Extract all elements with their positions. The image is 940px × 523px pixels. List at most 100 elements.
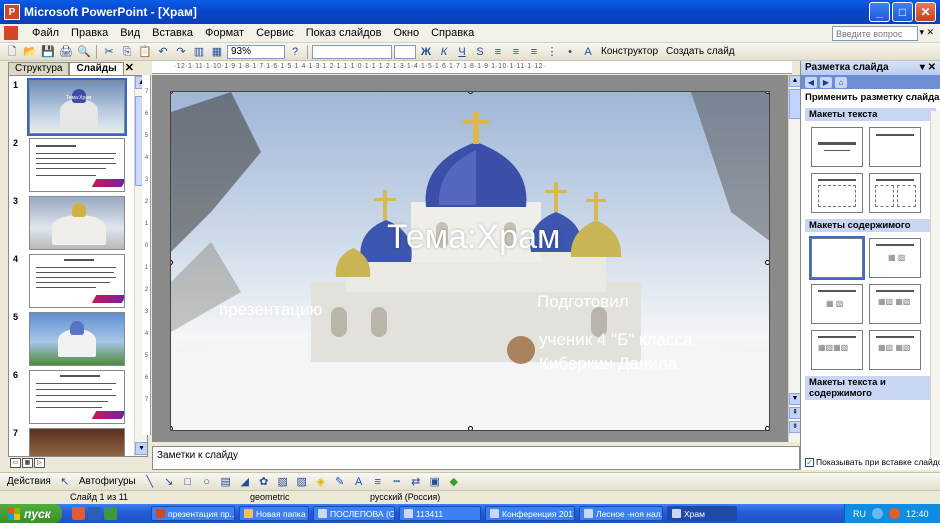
selection-handle[interactable] <box>765 426 769 430</box>
preview-icon[interactable]: 🔍 <box>76 45 92 59</box>
home-icon[interactable]: ⌂ <box>835 76 847 88</box>
ask-question-input[interactable] <box>832 26 918 41</box>
menu-insert[interactable]: Вставка <box>146 27 199 39</box>
taskbar-item-doc3[interactable]: Лесное -ноя нал... <box>579 506 663 521</box>
textbox-icon[interactable]: ▤ <box>218 475 234 489</box>
menu-help[interactable]: Справка <box>425 27 480 39</box>
slide-thumbnail[interactable] <box>29 370 125 424</box>
shadow-icon[interactable]: S <box>472 45 488 59</box>
checkbox-checked-icon[interactable]: ✓ <box>805 457 814 467</box>
selection-handle[interactable] <box>765 260 769 265</box>
taskbar-item-doc1[interactable]: 113411 <box>399 506 481 521</box>
menu-slideshow[interactable]: Показ слайдов <box>300 27 388 39</box>
menu-view[interactable]: Вид <box>114 27 146 39</box>
slide-thumbnail[interactable] <box>29 428 125 456</box>
layout-title-two-content[interactable]: ▦▧▦▧ <box>811 330 863 370</box>
selection-handle[interactable] <box>171 426 173 430</box>
bold-icon[interactable]: Ж <box>418 45 434 59</box>
tab-slides[interactable]: Слайды <box>69 62 124 75</box>
horizontal-ruler[interactable]: ·12·1·11·1·10·1·9·1·8·1·7·1·6·1·5·1·4·1·… <box>152 61 792 74</box>
close-button[interactable]: ✕ <box>915 2 936 22</box>
scroll-down-icon[interactable]: ▼ <box>135 442 147 455</box>
layout-title-content[interactable]: ▦ ▧ <box>811 284 863 324</box>
table-icon[interactable]: ▦ <box>209 45 225 59</box>
slide-thumbnail-row[interactable]: 4 <box>9 254 129 312</box>
create-slide-button[interactable]: Создать слайд <box>663 46 738 57</box>
sorter-view-icon[interactable]: ▦ <box>22 458 33 468</box>
font-color-icon[interactable]: A <box>580 45 596 59</box>
select-pointer-icon[interactable]: ↖ <box>57 475 73 489</box>
help-icon[interactable]: ? <box>287 45 303 59</box>
slide-text-prepared[interactable]: Подготовил <box>537 292 629 312</box>
document-icon[interactable] <box>4 26 18 40</box>
taskbar-item-active[interactable]: Храм <box>667 506 737 521</box>
forward-icon[interactable]: ▶ <box>820 76 832 88</box>
maximize-button[interactable]: □ <box>892 2 913 22</box>
antivirus-icon[interactable] <box>889 508 900 519</box>
taskbar-item-doc2[interactable]: Конференция 2017 <box>485 506 575 521</box>
menu-window[interactable]: Окно <box>388 27 426 39</box>
taskbar-item-drive[interactable]: ПОСЛЕПОВА (G:) <box>313 506 395 521</box>
dash-style-icon[interactable]: ┅ <box>389 475 405 489</box>
font-size-select[interactable] <box>394 44 416 59</box>
picture-icon[interactable]: ▨ <box>294 475 310 489</box>
word-icon[interactable] <box>88 507 101 520</box>
slide-text-author[interactable]: Киберкин Данила <box>539 354 677 374</box>
slide-thumbnail-row[interactable]: 7 <box>9 428 129 456</box>
slide-thumbnail[interactable] <box>29 254 125 308</box>
close-icon[interactable]: ▾ ✕ <box>920 61 936 75</box>
notes-pane[interactable]: Заметки к слайду <box>152 446 800 470</box>
slide-text-class[interactable]: ученик 4 "Б" класса <box>539 330 692 350</box>
shadow-style-icon[interactable]: ▣ <box>427 475 443 489</box>
arrow-style-icon[interactable]: ⇄ <box>408 475 424 489</box>
align-right-icon[interactable]: ≡ <box>526 45 542 59</box>
layout-two-columns[interactable] <box>869 173 921 213</box>
selection-handle[interactable] <box>765 92 769 94</box>
task-pane-scrollbar[interactable] <box>930 111 940 457</box>
menu-tools[interactable]: Сервис <box>250 27 300 39</box>
bullets-icon[interactable]: • <box>562 45 578 59</box>
taskbar-item-folder[interactable]: Новая папка <box>239 506 309 521</box>
oval-icon[interactable]: ○ <box>199 475 215 489</box>
desktop-icon[interactable] <box>104 507 117 520</box>
menu-file[interactable]: Файл <box>26 27 65 39</box>
undo-icon[interactable]: ↶ <box>155 45 171 59</box>
slide-thumbnail-row[interactable]: 1 Тема:Храм <box>9 78 129 138</box>
arrow-icon[interactable]: ↘ <box>161 475 177 489</box>
start-button[interactable]: пуск <box>0 504 62 523</box>
cut-icon[interactable]: ✂ <box>101 45 117 59</box>
opera-icon[interactable] <box>72 507 85 520</box>
font-color-icon[interactable]: A <box>351 475 367 489</box>
close-icon[interactable]: ✕ <box>125 61 134 74</box>
selection-handle[interactable] <box>468 426 473 430</box>
show-on-insert-option[interactable]: ✓ Показывать при вставке слайдов <box>805 457 940 467</box>
fill-color-icon[interactable]: ◈ <box>313 475 329 489</box>
slide-text-left[interactable]: презентацию <box>219 300 322 320</box>
autoshapes-menu[interactable]: Автофигуры <box>76 476 139 487</box>
line-style-icon[interactable]: ≡ <box>370 475 386 489</box>
back-icon[interactable]: ◀ <box>805 76 817 88</box>
layout-title-text[interactable] <box>811 173 863 213</box>
slide-scrollbar[interactable]: ▲ ▼ ⇞ ⇟ <box>788 75 801 442</box>
normal-view-icon[interactable]: ▭ <box>10 458 21 468</box>
slide-title[interactable]: Тема:Храм <box>387 218 560 257</box>
slide-thumbnail-row[interactable]: 6 <box>9 370 129 428</box>
save-icon[interactable]: 💾 <box>40 45 56 59</box>
layout-four-content[interactable]: ▦▧ ▦▧ <box>869 284 921 324</box>
slide-thumbnail-row[interactable]: 2 <box>9 138 129 196</box>
layout-title-only[interactable] <box>869 127 921 167</box>
open-icon[interactable]: 📂 <box>22 45 38 59</box>
italic-icon[interactable]: К <box>436 45 452 59</box>
slide-thumbnail-row[interactable]: 3 <box>9 196 129 254</box>
font-name-select[interactable] <box>312 44 392 59</box>
copy-icon[interactable]: ⎘ <box>119 45 135 59</box>
wordart-icon[interactable]: ◢ <box>237 475 253 489</box>
menu-edit[interactable]: Правка <box>65 27 114 39</box>
slide-thumbnail[interactable] <box>29 312 125 366</box>
chart-icon[interactable]: ▥ <box>191 45 207 59</box>
rectangle-icon[interactable]: □ <box>180 475 196 489</box>
slide-thumbnail-row[interactable]: 5 <box>9 312 129 370</box>
designer-button[interactable]: Конструктор <box>598 46 661 57</box>
slide-canvas[interactable]: Тема:Храм презентацию Подготовил ученик … <box>170 91 770 431</box>
line-color-icon[interactable]: ✎ <box>332 475 348 489</box>
